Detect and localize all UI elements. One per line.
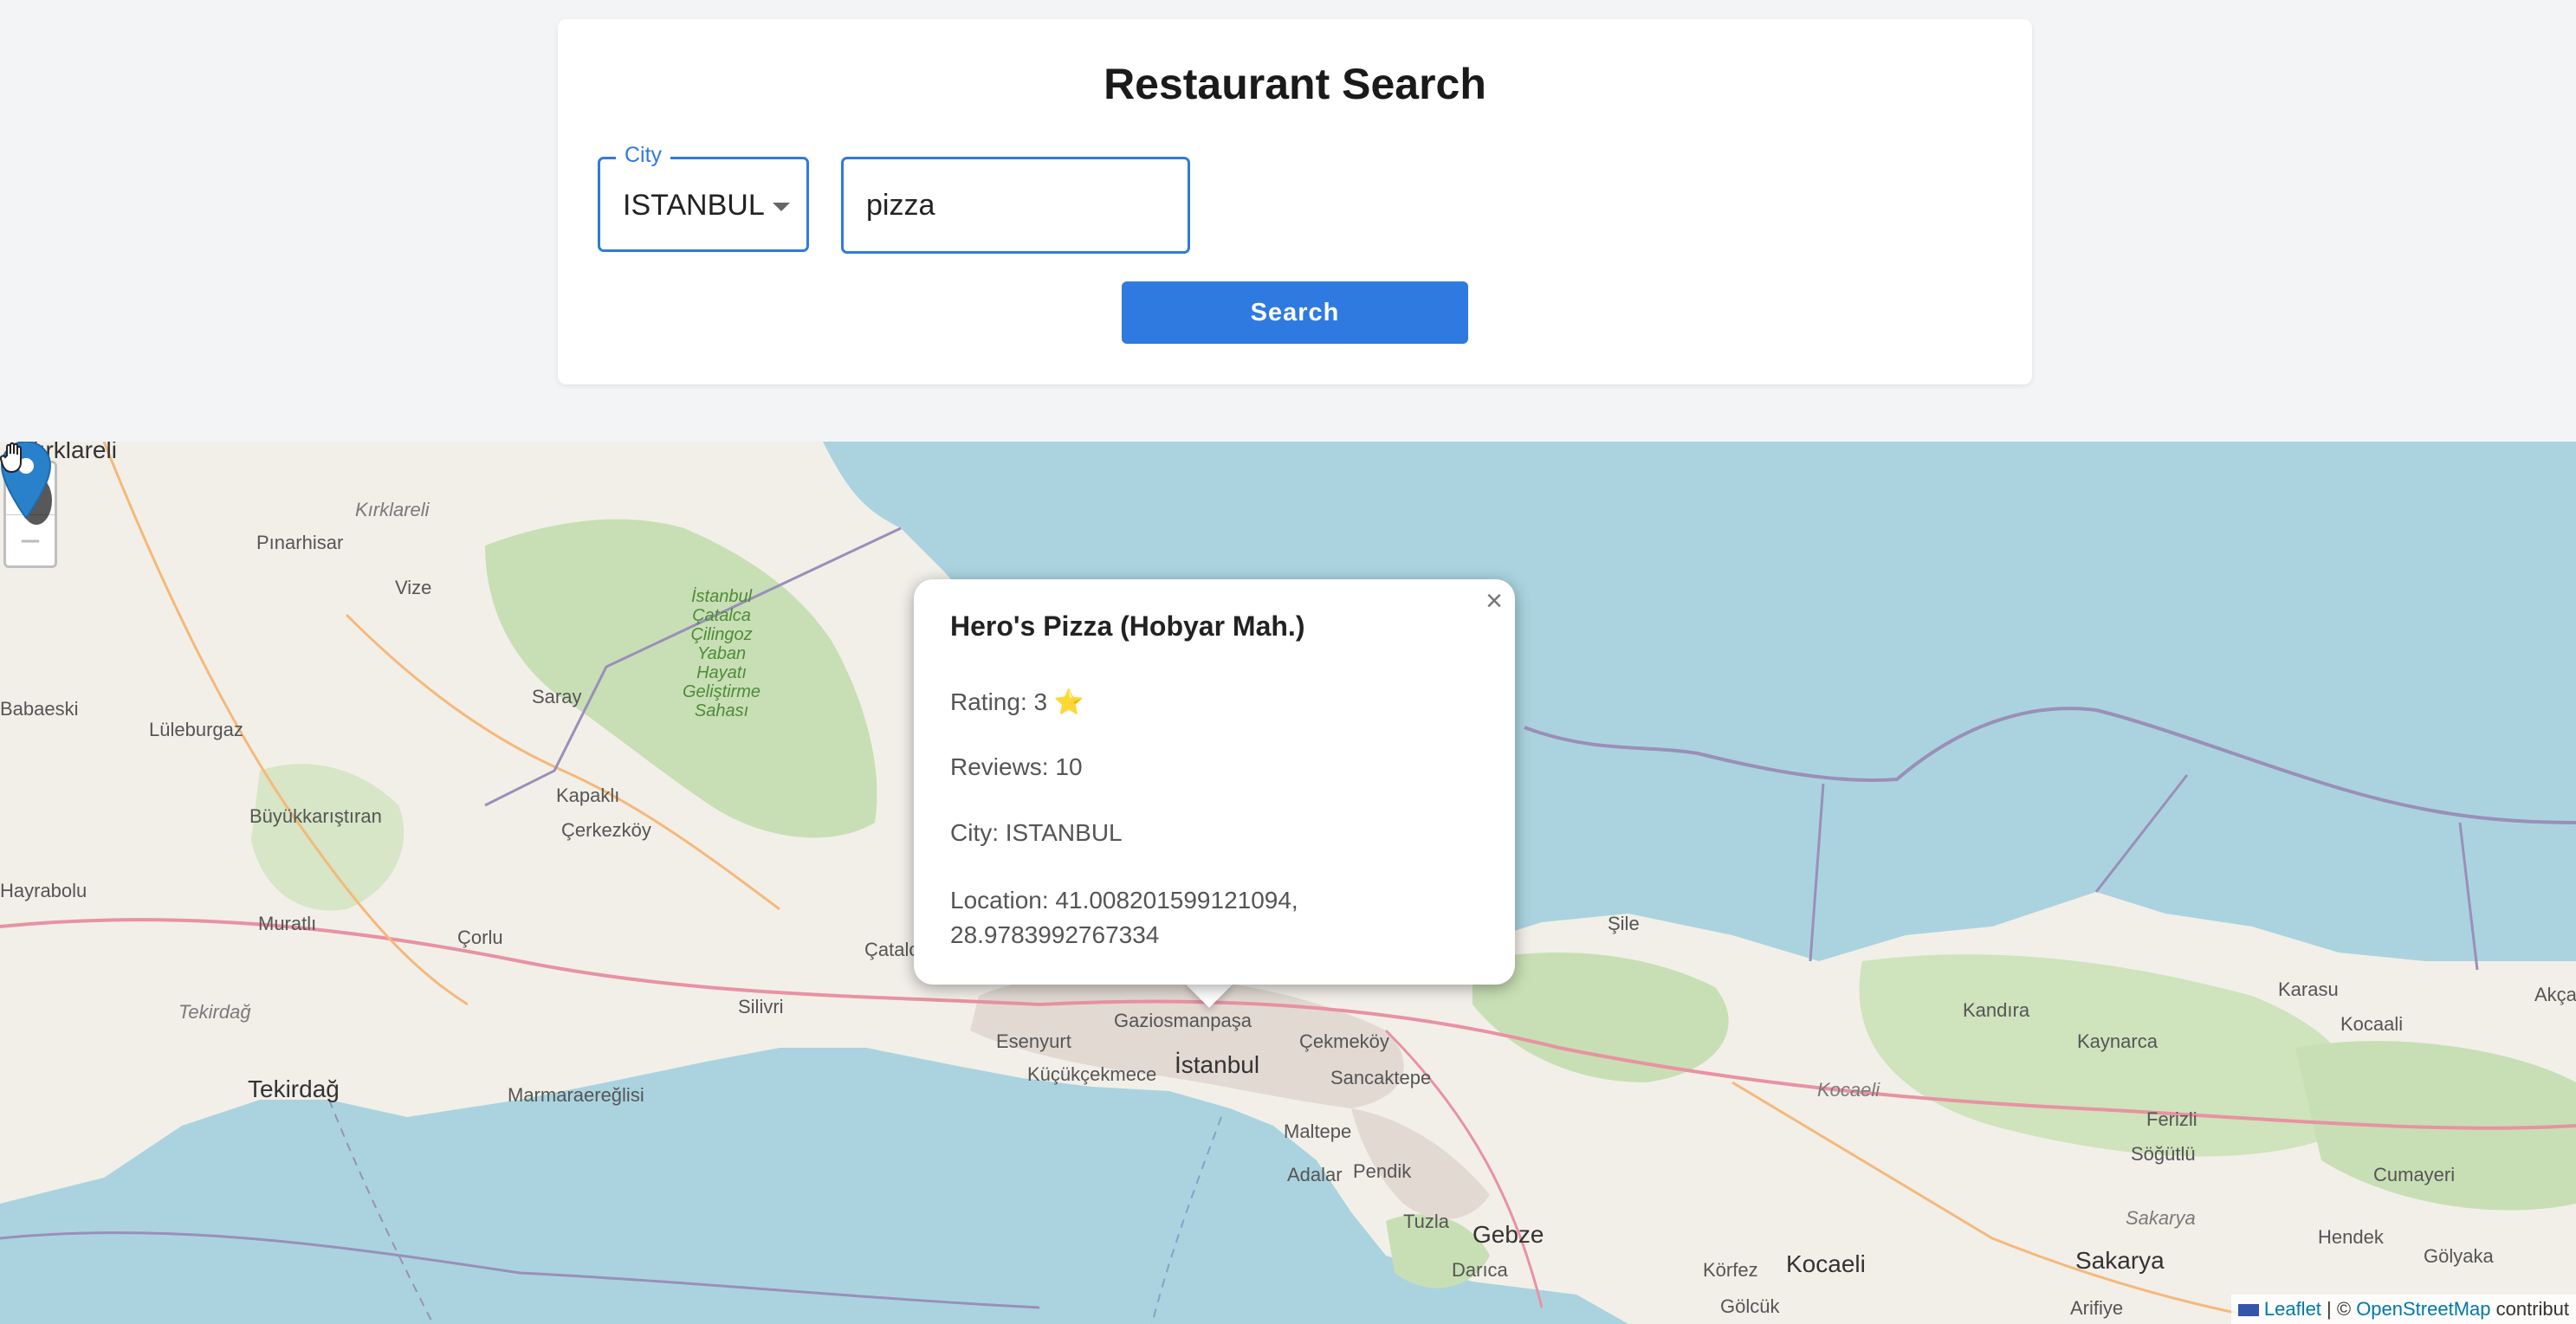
place-label: Esenyurt bbox=[996, 1030, 1071, 1052]
place-label: İstanbul bbox=[1175, 1051, 1260, 1078]
restaurant-popup: × Hero's Pizza (Hobyar Mah.) Rating: 3 ⭐… bbox=[914, 579, 1515, 985]
place-label: Marmaraereğlisi bbox=[508, 1084, 644, 1106]
place-label: Akçak bbox=[2534, 984, 2576, 1005]
place-label: Küçükçekmece bbox=[1027, 1063, 1157, 1085]
place-label: Lüleburgaz bbox=[149, 719, 243, 740]
place-label: Arifiye bbox=[2070, 1297, 2124, 1319]
place-label: Gaziosmanpaşa bbox=[1114, 1010, 1252, 1031]
close-icon[interactable]: × bbox=[1485, 584, 1503, 618]
nature-reserve-label: İstanbul Çatalca Çilingoz Yaban Hayatı G… bbox=[683, 587, 761, 720]
place-label: Adalar bbox=[1287, 1164, 1343, 1185]
city-label: City bbox=[616, 143, 671, 168]
place-label: Kapaklı bbox=[556, 785, 620, 806]
search-card: Restaurant Search City ISTANBUL Search bbox=[558, 19, 2032, 384]
attribution-separator: | © bbox=[2320, 1298, 2357, 1320]
place-label: Çekmeköy bbox=[1299, 1030, 1389, 1052]
place-label: Büyükkarıştıran bbox=[249, 805, 382, 827]
place-label: Hayrabolu bbox=[0, 880, 87, 901]
place-label: Hendek bbox=[2318, 1226, 2384, 1248]
place-label: Çerkezköy bbox=[561, 819, 651, 841]
restaurant-reviews: Reviews: 10 bbox=[950, 753, 1083, 780]
page-title: Restaurant Search bbox=[1104, 60, 1486, 108]
place-label: Karasu bbox=[2278, 978, 2339, 1000]
hand-cursor-icon bbox=[0, 442, 22, 474]
restaurant-city: City: ISTANBUL bbox=[950, 819, 1123, 846]
place-label: Muratlı bbox=[258, 913, 317, 934]
place-label: Sakarya bbox=[2075, 1247, 2165, 1274]
restaurant-location-1: Location: 41.008201599121094, bbox=[950, 887, 1298, 914]
map[interactable]: + − Kırklareli Kırklareli Pınarhisar Viz… bbox=[0, 442, 2576, 1324]
place-label: Sancaktepe bbox=[1330, 1067, 1432, 1088]
attribution-contrib: contribut bbox=[2490, 1298, 2569, 1320]
osm-link[interactable]: OpenStreetMap bbox=[2356, 1298, 2490, 1320]
place-label: Maltepe bbox=[1284, 1121, 1352, 1142]
place-label: Gebze bbox=[1472, 1221, 1544, 1248]
place-label: Şile bbox=[1608, 913, 1640, 934]
place-label: Ferizli bbox=[2146, 1108, 2197, 1130]
restaurant-rating: Rating: 3 ⭐ bbox=[950, 688, 1084, 715]
city-value: ISTANBUL bbox=[623, 189, 765, 222]
place-label: Cumayeri bbox=[2373, 1164, 2456, 1185]
place-label: Saray bbox=[532, 686, 582, 707]
place-label: Kocaeli bbox=[1817, 1079, 1880, 1101]
flag-icon bbox=[2237, 1304, 2259, 1317]
place-label: Kırklareli bbox=[355, 499, 430, 520]
place-label: Darıca bbox=[1452, 1259, 1508, 1281]
place-label: Tekirdağ bbox=[248, 1075, 340, 1102]
place-label: Pendik bbox=[1353, 1160, 1412, 1182]
place-label: Gölcük bbox=[1720, 1295, 1780, 1317]
place-label: Kocaeli bbox=[1786, 1250, 1866, 1277]
leaflet-link[interactable]: Leaflet bbox=[2264, 1298, 2321, 1320]
place-label: Söğütlü bbox=[2131, 1143, 2196, 1165]
place-label: Vize bbox=[395, 577, 432, 598]
search-button[interactable]: Search bbox=[1122, 281, 1468, 344]
place-label: Kaynarca bbox=[2077, 1030, 2158, 1052]
place-label: Çorlu bbox=[457, 927, 503, 948]
place-label: Tekirdağ bbox=[178, 1001, 251, 1023]
city-select[interactable]: City ISTANBUL bbox=[598, 143, 809, 252]
restaurant-name: Hero's Pizza (Hobyar Mah.) bbox=[950, 610, 1305, 642]
place-label: Gölyaka bbox=[2424, 1245, 2494, 1267]
place-label: Körfez bbox=[1703, 1259, 1758, 1281]
restaurant-location-2: 28.9783992767334 bbox=[950, 921, 1160, 948]
map-attribution: Leaflet | © OpenStreetMap contribut bbox=[2230, 1295, 2576, 1324]
place-label: Kandıra bbox=[1963, 999, 2030, 1021]
place-label: Tuzla bbox=[1403, 1211, 1449, 1232]
place-label: Sakarya bbox=[2126, 1207, 2196, 1229]
place-label: Silivri bbox=[738, 996, 784, 1017]
place-label: Pınarhisar bbox=[256, 532, 344, 553]
search-input[interactable] bbox=[841, 157, 1190, 254]
caret-down-icon bbox=[773, 203, 790, 211]
place-label: Babaeski bbox=[0, 698, 79, 720]
place-label: Kocaali bbox=[2340, 1013, 2404, 1035]
